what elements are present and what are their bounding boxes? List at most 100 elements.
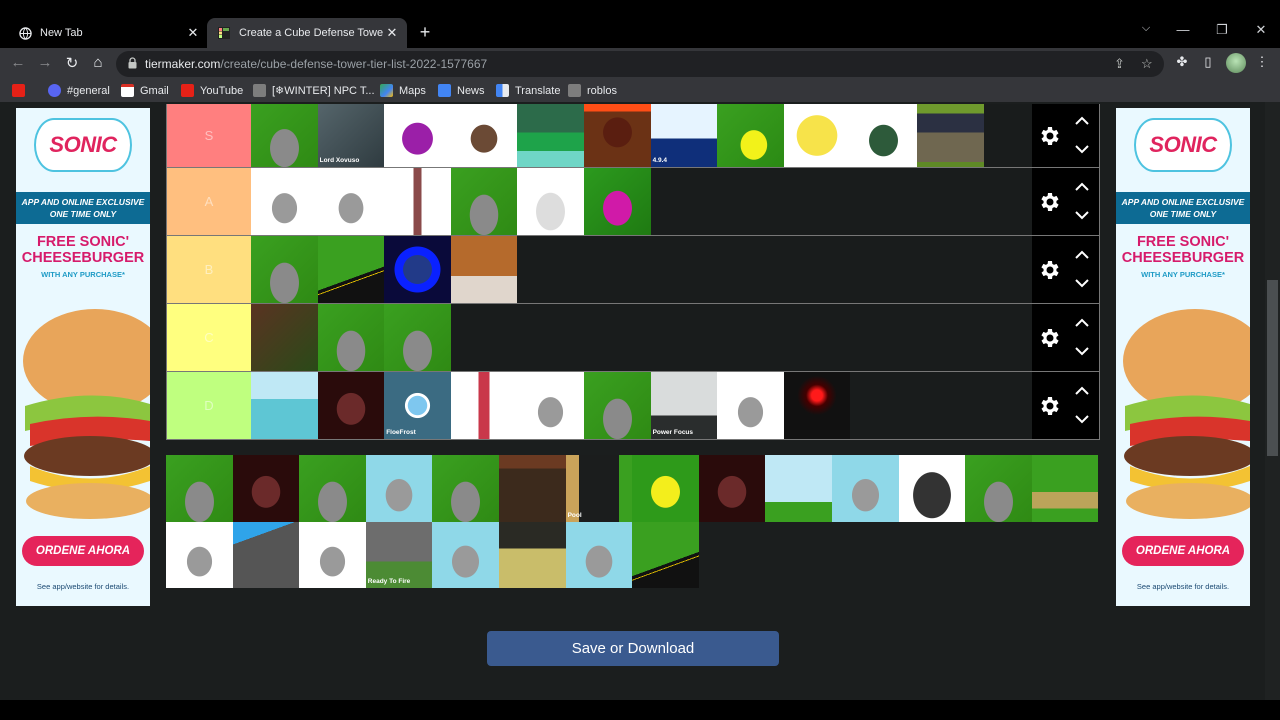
- tier-item[interactable]: [232, 521, 300, 589]
- close-tab-icon[interactable]: ✕: [383, 25, 401, 41]
- move-up-chevron-icon[interactable]: [1074, 386, 1090, 396]
- gear-icon[interactable]: [1037, 394, 1061, 418]
- tier-item[interactable]: [717, 372, 784, 439]
- tier-items-dropzone[interactable]: [251, 236, 1032, 303]
- bookmark-general[interactable]: #general: [48, 84, 110, 97]
- move-up-chevron-icon[interactable]: [1074, 116, 1090, 126]
- tier-item[interactable]: [783, 104, 851, 167]
- sonic-ad-left[interactable]: SONIC APP AND ONLINE EXCLUSIVE ONE TIME O…: [16, 108, 150, 606]
- tier-item[interactable]: [517, 168, 584, 235]
- order-now-button[interactable]: ORDENE AHORA: [22, 536, 144, 566]
- bookmark-youtube-shortcut[interactable]: [12, 84, 31, 97]
- order-now-button[interactable]: ORDENE AHORA: [1122, 536, 1244, 566]
- tier-item[interactable]: [831, 455, 899, 522]
- tier-item[interactable]: [965, 455, 1032, 522]
- tier-item[interactable]: [583, 104, 651, 167]
- move-down-chevron-icon[interactable]: [1074, 210, 1090, 220]
- tab-new-tab[interactable]: New Tab ✕: [8, 18, 208, 48]
- gear-icon[interactable]: [1037, 124, 1061, 148]
- move-down-chevron-icon[interactable]: [1074, 346, 1090, 356]
- forward-arrow-icon[interactable]: →: [35, 54, 55, 71]
- tier-items-dropzone[interactable]: [251, 304, 1032, 371]
- scrollbar-thumb[interactable]: [1267, 280, 1278, 456]
- bookmark-winter-npc[interactable]: [❄WINTER] NPC T...: [253, 84, 375, 97]
- tier-item[interactable]: [317, 372, 385, 439]
- tier-item[interactable]: [517, 372, 584, 439]
- reload-icon[interactable]: ↻: [62, 54, 82, 72]
- tier-item[interactable]: [1031, 455, 1099, 522]
- tier-item[interactable]: [251, 304, 318, 371]
- bookmark-gmail[interactable]: Gmail: [121, 84, 169, 97]
- tier-item[interactable]: [450, 104, 518, 167]
- tier-item[interactable]: [384, 304, 451, 371]
- tier-label[interactable]: D: [167, 372, 251, 439]
- tier-item[interactable]: [317, 168, 385, 235]
- tier-item[interactable]: Pool: [565, 455, 633, 522]
- extensions-puzzle-icon[interactable]: ✤: [1173, 54, 1191, 70]
- close-tab-icon[interactable]: ✕: [184, 25, 202, 41]
- side-panel-icon[interactable]: ▯: [1199, 54, 1217, 70]
- tier-item[interactable]: [384, 168, 451, 235]
- tier-label[interactable]: A: [167, 168, 251, 235]
- tier-items-dropzone[interactable]: [251, 168, 1032, 235]
- tier-item[interactable]: [384, 236, 451, 303]
- tier-item[interactable]: [450, 372, 518, 439]
- tier-item[interactable]: [384, 104, 451, 167]
- tier-items-dropzone[interactable]: Lord Xovuso 4.9.4: [251, 104, 1032, 167]
- gear-icon[interactable]: [1037, 326, 1061, 350]
- tier-item[interactable]: [450, 236, 518, 303]
- tier-item[interactable]: [317, 304, 385, 371]
- share-icon[interactable]: ⇪: [1114, 56, 1125, 72]
- restore-window-icon[interactable]: ❐: [1212, 22, 1232, 38]
- menu-kebab-icon[interactable]: ⋮: [1253, 54, 1271, 70]
- tier-label[interactable]: S: [167, 104, 251, 167]
- bookmark-star-icon[interactable]: ☆: [1141, 56, 1153, 72]
- tier-item[interactable]: [317, 236, 385, 303]
- bookmark-maps[interactable]: Maps: [380, 84, 426, 97]
- tier-item[interactable]: [583, 168, 651, 235]
- close-window-icon[interactable]: ✕: [1251, 22, 1271, 38]
- tier-item[interactable]: [498, 521, 566, 589]
- tier-item[interactable]: [632, 455, 699, 522]
- tier-item[interactable]: [717, 104, 784, 167]
- tier-item[interactable]: [916, 104, 984, 167]
- tier-item[interactable]: [565, 521, 633, 589]
- tier-item[interactable]: [898, 455, 966, 522]
- move-down-chevron-icon[interactable]: [1074, 144, 1090, 154]
- tier-item[interactable]: [432, 455, 499, 522]
- tier-item[interactable]: [166, 455, 233, 522]
- tier-item[interactable]: [251, 168, 318, 235]
- sonic-ad-right[interactable]: SONIC APP AND ONLINE EXCLUSIVE ONE TIME O…: [1116, 108, 1250, 606]
- tier-item[interactable]: [232, 455, 300, 522]
- tier-item[interactable]: [765, 455, 832, 522]
- tier-item[interactable]: FloeFrost: [384, 372, 451, 439]
- tier-label[interactable]: B: [167, 236, 251, 303]
- tier-item[interactable]: [698, 455, 766, 522]
- profile-avatar[interactable]: [1226, 53, 1246, 73]
- home-icon[interactable]: ⌂: [88, 54, 108, 71]
- tier-item[interactable]: Lord Xovuso: [317, 104, 385, 167]
- new-tab-plus-icon[interactable]: +: [415, 22, 435, 43]
- move-down-chevron-icon[interactable]: [1074, 278, 1090, 288]
- gear-icon[interactable]: [1037, 258, 1061, 282]
- move-up-chevron-icon[interactable]: [1074, 250, 1090, 260]
- tier-item[interactable]: [583, 372, 651, 439]
- tier-label[interactable]: C: [167, 304, 251, 371]
- tier-item[interactable]: [299, 521, 366, 589]
- tier-item[interactable]: [251, 104, 318, 167]
- bookmark-translate[interactable]: Translate: [496, 84, 560, 97]
- tier-item[interactable]: [498, 455, 566, 522]
- tier-item[interactable]: [365, 455, 433, 522]
- tier-item[interactable]: [166, 521, 233, 589]
- tier-item[interactable]: [450, 168, 518, 235]
- tab-tiermaker[interactable]: Create a Cube Defense Tower (20 ✕: [207, 18, 407, 48]
- tier-item[interactable]: Ready To Fire: [365, 521, 433, 589]
- tab-search-chevron-icon[interactable]: ⌵: [1136, 22, 1156, 35]
- tier-items-dropzone[interactable]: FloeFrost Power Focus: [251, 372, 1032, 439]
- tier-item[interactable]: [299, 455, 366, 522]
- gear-icon[interactable]: [1037, 190, 1061, 214]
- tier-item[interactable]: Power Focus: [650, 372, 718, 439]
- minimize-icon[interactable]: —: [1173, 22, 1193, 37]
- tier-item[interactable]: [783, 372, 851, 439]
- bookmark-news[interactable]: News: [438, 84, 485, 97]
